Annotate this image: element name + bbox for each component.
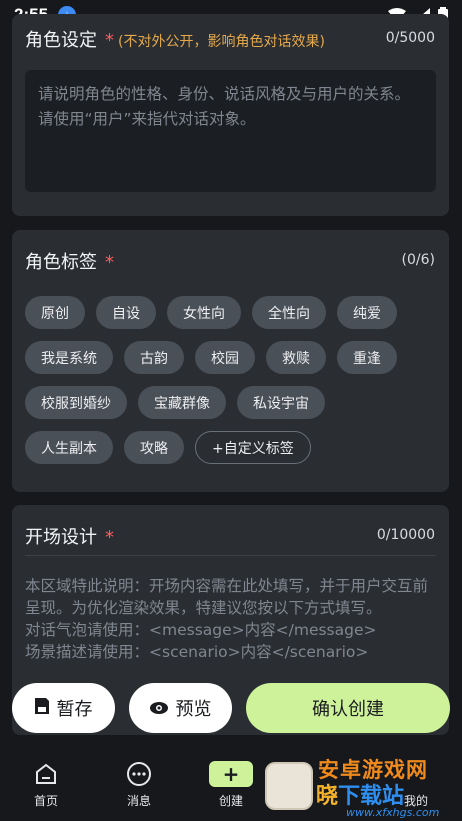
role-tags-label: 角色标签 <box>25 252 97 273</box>
role-setting-hint: (不对外公开，影响角色对话效果) <box>118 34 325 50</box>
role-setting-label: 角色设定 <box>25 30 97 51</box>
action-bar: 暂存 预览 确认创建 <box>12 683 450 733</box>
tag-row: 校服到婚纱 宝藏群像 私设宇宙 <box>25 386 439 419</box>
required-mark: * <box>105 527 114 548</box>
tab-home[interactable]: 首页 <box>16 760 76 809</box>
role-tags-card: 角色标签 * (0/6) 原创 自设 女性向 全性向 纯爱 我是系统 古韵 校园 … <box>12 230 449 492</box>
tab-create[interactable]: + 创建 <box>201 760 261 809</box>
tag-chip[interactable]: 私设宇宙 <box>237 386 325 419</box>
tag-chip[interactable]: 古韵 <box>124 341 184 374</box>
plus-icon: + <box>209 761 253 787</box>
tag-chip[interactable]: 校服到婚纱 <box>25 386 127 419</box>
opening-counter: 0/10000 <box>376 527 435 543</box>
tag-chip[interactable]: 全性向 <box>252 296 326 329</box>
watermark-url: www.xfxhgs.com <box>346 806 440 819</box>
tag-chip[interactable]: 女性向 <box>167 296 241 329</box>
save-icon <box>34 698 49 718</box>
placeholder-line: 请使用“用户”来指代对话对象。 <box>38 110 256 128</box>
tab-home-label: 首页 <box>33 794 58 808</box>
tag-chip[interactable]: 原创 <box>25 296 85 329</box>
tag-chip[interactable]: 自设 <box>96 296 156 329</box>
home-icon <box>16 760 76 788</box>
tag-chip[interactable]: 人生副本 <box>25 431 113 464</box>
role-setting-input[interactable]: 请说明角色的性格、身份、说话风格及与用户的关系。 请使用“用户”来指代对话对象。 <box>25 70 436 192</box>
chat-icon <box>109 760 169 788</box>
tag-chip[interactable]: 救赎 <box>266 341 326 374</box>
watermark-line2a: 晓 <box>316 784 339 809</box>
add-custom-tag-button[interactable]: +自定义标签 <box>195 431 311 464</box>
tab-messages-label: 消息 <box>126 794 151 808</box>
confirm-create-button[interactable]: 确认创建 <box>246 683 450 733</box>
role-setting-title: 角色设定 * (不对外公开，影响角色对话效果) <box>25 26 325 52</box>
tab-messages[interactable]: 消息 <box>109 760 169 809</box>
tab-create-label: 创建 <box>218 794 243 808</box>
tag-row: 原创 自设 女性向 全性向 纯爱 <box>25 296 439 329</box>
tag-chip[interactable]: 宝藏群像 <box>138 386 226 419</box>
placeholder-line: 请说明角色的性格、身份、说话风格及与用户的关系。 <box>38 85 411 103</box>
tag-chip[interactable]: 校园 <box>195 341 255 374</box>
tag-list: 原创 自设 女性向 全性向 纯爱 我是系统 古韵 校园 救赎 重逢 校服到婚纱 … <box>25 296 439 476</box>
opening-title: 开场设计 * <box>25 523 114 549</box>
divider <box>25 555 436 556</box>
required-mark: * <box>105 252 114 273</box>
watermark-logo: 安卓游戏网 晓下载站 www.xfxhgs.com <box>316 740 462 821</box>
role-setting-counter: 0/5000 <box>385 30 435 46</box>
save-draft-button[interactable]: 暂存 <box>12 683 115 733</box>
tag-row: 人生副本 攻略 +自定义标签 <box>25 431 439 464</box>
required-mark: * <box>105 30 114 51</box>
tag-row: 我是系统 古韵 校园 救赎 重逢 <box>25 341 439 374</box>
tag-chip[interactable]: 攻略 <box>124 431 184 464</box>
role-tags-title: 角色标签 * <box>25 248 114 274</box>
preview-label: 预览 <box>175 699 212 720</box>
preview-button[interactable]: 预览 <box>129 683 232 733</box>
tag-chip[interactable]: 重逢 <box>337 341 397 374</box>
save-label: 暂存 <box>56 699 93 720</box>
tag-chip[interactable]: 纯爱 <box>337 296 397 329</box>
opening-label: 开场设计 <box>25 527 97 548</box>
create-icon-wrap: + <box>201 760 261 788</box>
opening-input[interactable]: 本区域特此说明：开场内容需在此处填写，并于用户交互前呈现。为优化渲染效果，特建议… <box>25 575 436 663</box>
eye-icon <box>149 699 168 718</box>
avatar[interactable] <box>265 762 313 810</box>
role-tags-counter: (0/6) <box>401 252 435 268</box>
role-setting-card: 角色设定 * (不对外公开，影响角色对话效果) 0/5000 请说明角色的性格、身份… <box>12 14 449 216</box>
tag-chip[interactable]: 我是系统 <box>25 341 113 374</box>
